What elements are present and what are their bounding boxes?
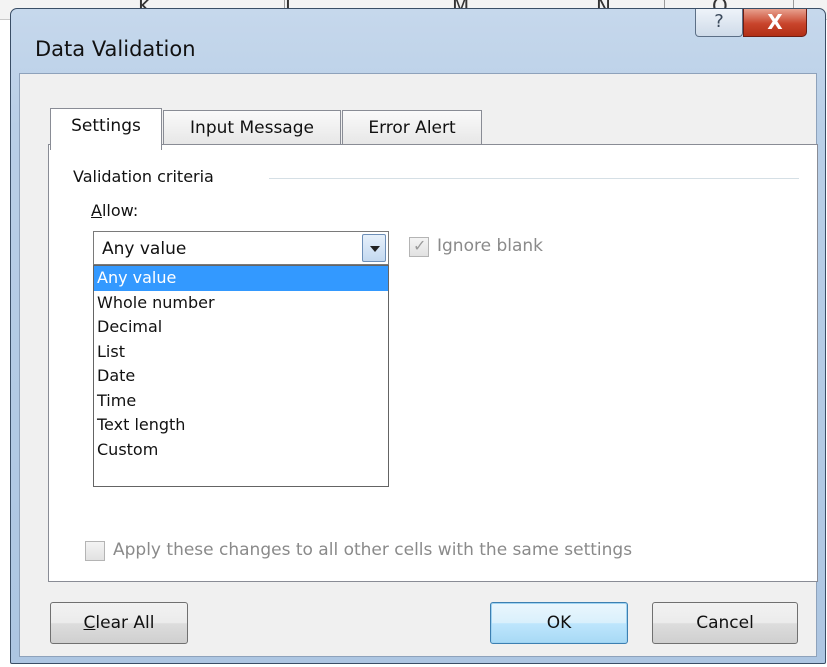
dialog-title: Data Validation: [35, 37, 196, 61]
close-button[interactable]: X: [743, 9, 807, 37]
ok-button[interactable]: OK: [490, 602, 628, 644]
cancel-button[interactable]: Cancel: [652, 602, 798, 644]
clear-all-button[interactable]: Clear All: [50, 602, 188, 644]
allow-label-text: llow:: [101, 201, 139, 220]
tab-settings[interactable]: Settings: [50, 108, 162, 150]
settings-panel: Validation criteria Allow: Any value Any…: [48, 144, 818, 582]
ignore-blank-label: Ignore blank: [437, 236, 544, 256]
dropdown-option-custom[interactable]: Custom: [94, 438, 388, 463]
allow-label: Allow:: [91, 201, 138, 220]
clear-all-mnemonic: C: [83, 613, 96, 633]
validation-criteria-label: Validation criteria: [73, 167, 224, 186]
close-icon: X: [767, 10, 783, 34]
dropdown-option-text-length[interactable]: Text length: [94, 413, 388, 438]
cancel-label: Cancel: [696, 613, 754, 633]
tab-error-alert[interactable]: Error Alert: [342, 110, 482, 144]
ignore-blank-checkbox[interactable]: [409, 236, 429, 257]
dropdown-option-list[interactable]: List: [94, 340, 388, 365]
allow-select-value: Any value: [102, 239, 187, 259]
allow-dropdown-list: Any value Whole number Decimal List Date…: [93, 265, 389, 487]
data-validation-dialog: Data Validation ? X Settings Input Messa…: [10, 8, 826, 664]
dropdown-option-decimal[interactable]: Decimal: [94, 315, 388, 340]
group-divider: [269, 178, 799, 179]
dropdown-option-any-value[interactable]: Any value: [94, 266, 388, 291]
tab-input-message[interactable]: Input Message: [163, 110, 341, 144]
dropdown-option-whole-number[interactable]: Whole number: [94, 291, 388, 316]
chevron-down-icon[interactable]: [362, 234, 386, 262]
apply-all-checkbox[interactable]: [85, 541, 105, 561]
tab-label: Input Message: [190, 118, 314, 138]
help-button[interactable]: ?: [695, 9, 743, 37]
dialog-client-area: Settings Input Message Error Alert Valid…: [19, 73, 818, 657]
allow-label-mnemonic: A: [91, 201, 102, 220]
apply-all-label: Apply these changes to all other cells w…: [113, 540, 633, 560]
ok-label: OK: [546, 613, 572, 633]
clear-all-label: lear All: [95, 613, 155, 633]
help-icon: ?: [714, 11, 724, 32]
tab-label: Settings: [71, 116, 141, 136]
allow-select[interactable]: Any value: [93, 231, 389, 265]
dropdown-option-date[interactable]: Date: [94, 364, 388, 389]
tab-label: Error Alert: [368, 118, 456, 138]
title-bar[interactable]: Data Validation ? X: [11, 9, 825, 73]
dropdown-option-time[interactable]: Time: [94, 389, 388, 414]
